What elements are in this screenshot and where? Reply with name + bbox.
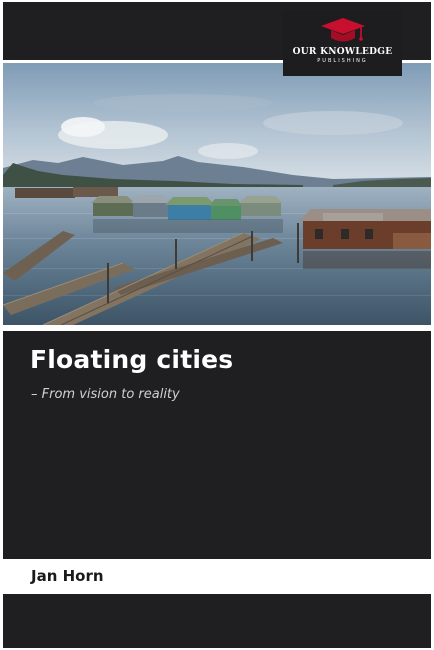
cover-photo (3, 63, 431, 325)
author-name: Jan Horn (31, 567, 104, 585)
book-cover: OUR KNOWLEDGE PUBLISHING Floating cities… (0, 0, 434, 650)
graduation-cap-icon (320, 18, 365, 42)
publisher-name: OUR KNOWLEDGE (292, 47, 393, 57)
publisher-logo: OUR KNOWLEDGE PUBLISHING (283, 10, 402, 76)
book-subtitle: – From vision to reality (31, 387, 180, 402)
publisher-subname: PUBLISHING (317, 58, 368, 64)
bottom-band (3, 594, 431, 648)
book-title: Floating cities (30, 345, 234, 374)
